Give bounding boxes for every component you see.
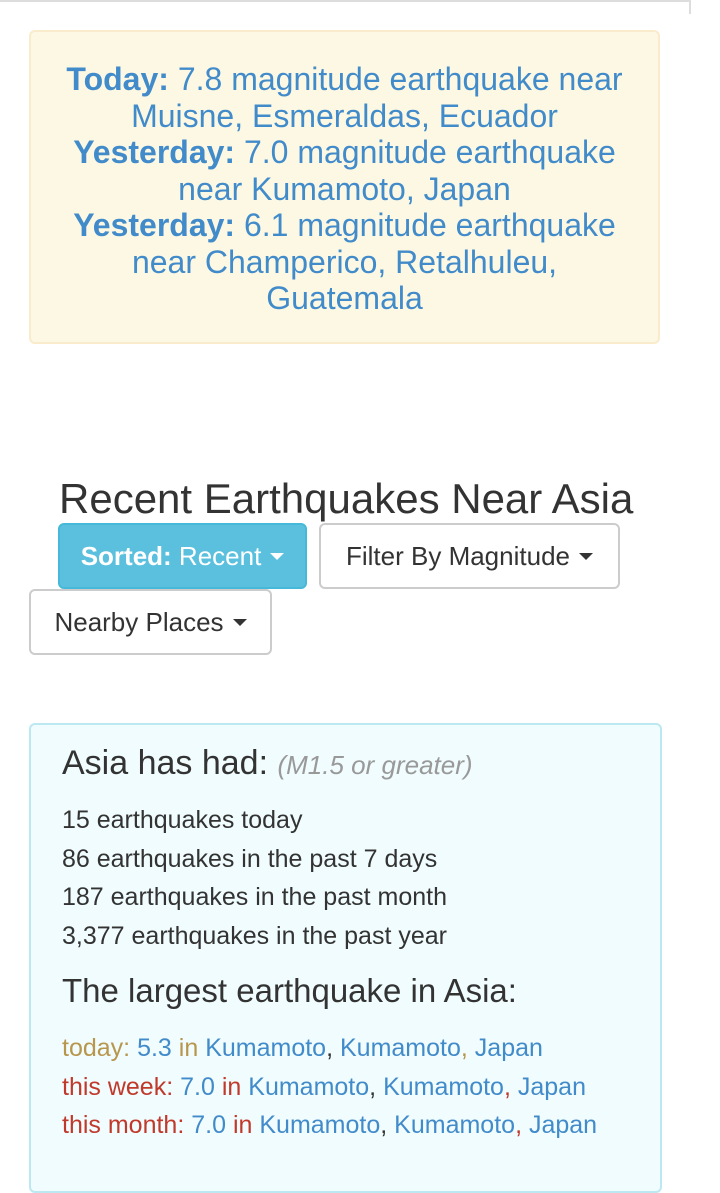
in-word: in: [221, 1072, 242, 1101]
alert-text[interactable]: 7.0 magnitude earthquake near Kumamoto, …: [178, 134, 616, 207]
largest-row-month: this month: 7.0 in Kumamoto, Kumamoto, J…: [62, 1106, 642, 1145]
largest-row-today: today: 5.3 in Kumamoto, Kumamoto, Japan: [62, 1029, 642, 1068]
caret-down-icon: [578, 552, 593, 560]
place-link[interactable]: Kumamoto: [340, 1034, 461, 1062]
comma: ,: [460, 1034, 468, 1062]
in-word: in: [178, 1034, 199, 1062]
scroll-edge: [689, 0, 691, 14]
stats-item: 3,377 earthquakes in the past year: [62, 921, 447, 950]
sorted-value: Recent: [178, 540, 262, 571]
alert-label: Yesterday:: [73, 207, 236, 243]
stats-title-text: Asia has had:: [62, 744, 269, 782]
stats-panel: Asia has had: (M1.5 or greater) 15 earth…: [29, 723, 662, 1193]
stats-item: 187 earthquakes in the past month: [62, 883, 447, 911]
sorted-label: Sorted:: [80, 540, 172, 571]
caret-down-icon: [232, 618, 247, 626]
alert-text[interactable]: 7.8 magnitude earthquake near Muisne, Es…: [131, 61, 623, 134]
stats-list: 15 earthquakes today 86 earthquakes in t…: [62, 801, 447, 955]
in-word: in: [232, 1111, 253, 1139]
largest-list: today: 5.3 in Kumamoto, Kumamoto, Japan …: [62, 1029, 642, 1145]
alert-line-yesterday-1[interactable]: Yesterday: 7.0 magnitude earthquake near…: [65, 134, 625, 207]
country-link[interactable]: Japan: [475, 1034, 543, 1062]
alert-line-today[interactable]: Today: 7.8 magnitude earthquake near Mui…: [65, 61, 625, 134]
filter-label: Filter By Magnitude: [346, 540, 570, 571]
comma: ,: [515, 1111, 523, 1139]
recent-quakes-alert: Today: 7.8 magnitude earthquake near Mui…: [29, 30, 660, 344]
alert-label: Yesterday:: [73, 134, 236, 170]
nearby-label: Nearby Places: [54, 606, 224, 637]
place-link[interactable]: Kumamoto: [248, 1073, 369, 1101]
stats-item: 86 earthquakes in the past 7 days: [62, 844, 438, 873]
largest-row-week: this week: 7.0 in Kumamoto, Kumamoto, Ja…: [62, 1068, 642, 1107]
alert-label: Today:: [66, 61, 169, 97]
stats-title: Asia has had: (M1.5 or greater): [62, 741, 473, 787]
magnitude-link[interactable]: 5.3: [137, 1034, 172, 1062]
comma: ,: [503, 1072, 511, 1101]
place-link[interactable]: Kumamoto: [205, 1034, 326, 1062]
largest-title: The largest earthquake in Asia:: [62, 972, 517, 1009]
nearby-places-button[interactable]: Nearby Places: [29, 589, 272, 655]
comma: ,: [380, 1111, 388, 1139]
stats-item: 15 earthquakes today: [62, 806, 303, 834]
stats-note: (M1.5 or greater): [277, 750, 473, 780]
comma: ,: [369, 1072, 377, 1101]
caret-down-icon: [270, 552, 285, 560]
magnitude-link[interactable]: 7.0: [180, 1073, 215, 1101]
comma: ,: [326, 1034, 334, 1062]
period-label: this week:: [62, 1072, 174, 1101]
place-link[interactable]: Kumamoto: [259, 1111, 380, 1139]
filter-magnitude-button[interactable]: Filter By Magnitude: [319, 523, 620, 589]
period-label: today:: [62, 1034, 131, 1062]
page-title: Recent Earthquakes Near Asia: [59, 475, 634, 522]
country-link[interactable]: Japan: [518, 1073, 586, 1101]
place-link[interactable]: Kumamoto: [383, 1073, 504, 1101]
sorted-dropdown-button[interactable]: Sorted: Recent: [58, 523, 307, 589]
period-label: this month:: [62, 1111, 185, 1139]
top-divider: [0, 0, 690, 2]
magnitude-link[interactable]: 7.0: [191, 1111, 226, 1139]
place-link[interactable]: Kumamoto: [394, 1111, 515, 1139]
country-link[interactable]: Japan: [529, 1111, 597, 1139]
alert-line-yesterday-2[interactable]: Yesterday: 6.1 magnitude earthquake near…: [65, 207, 625, 317]
